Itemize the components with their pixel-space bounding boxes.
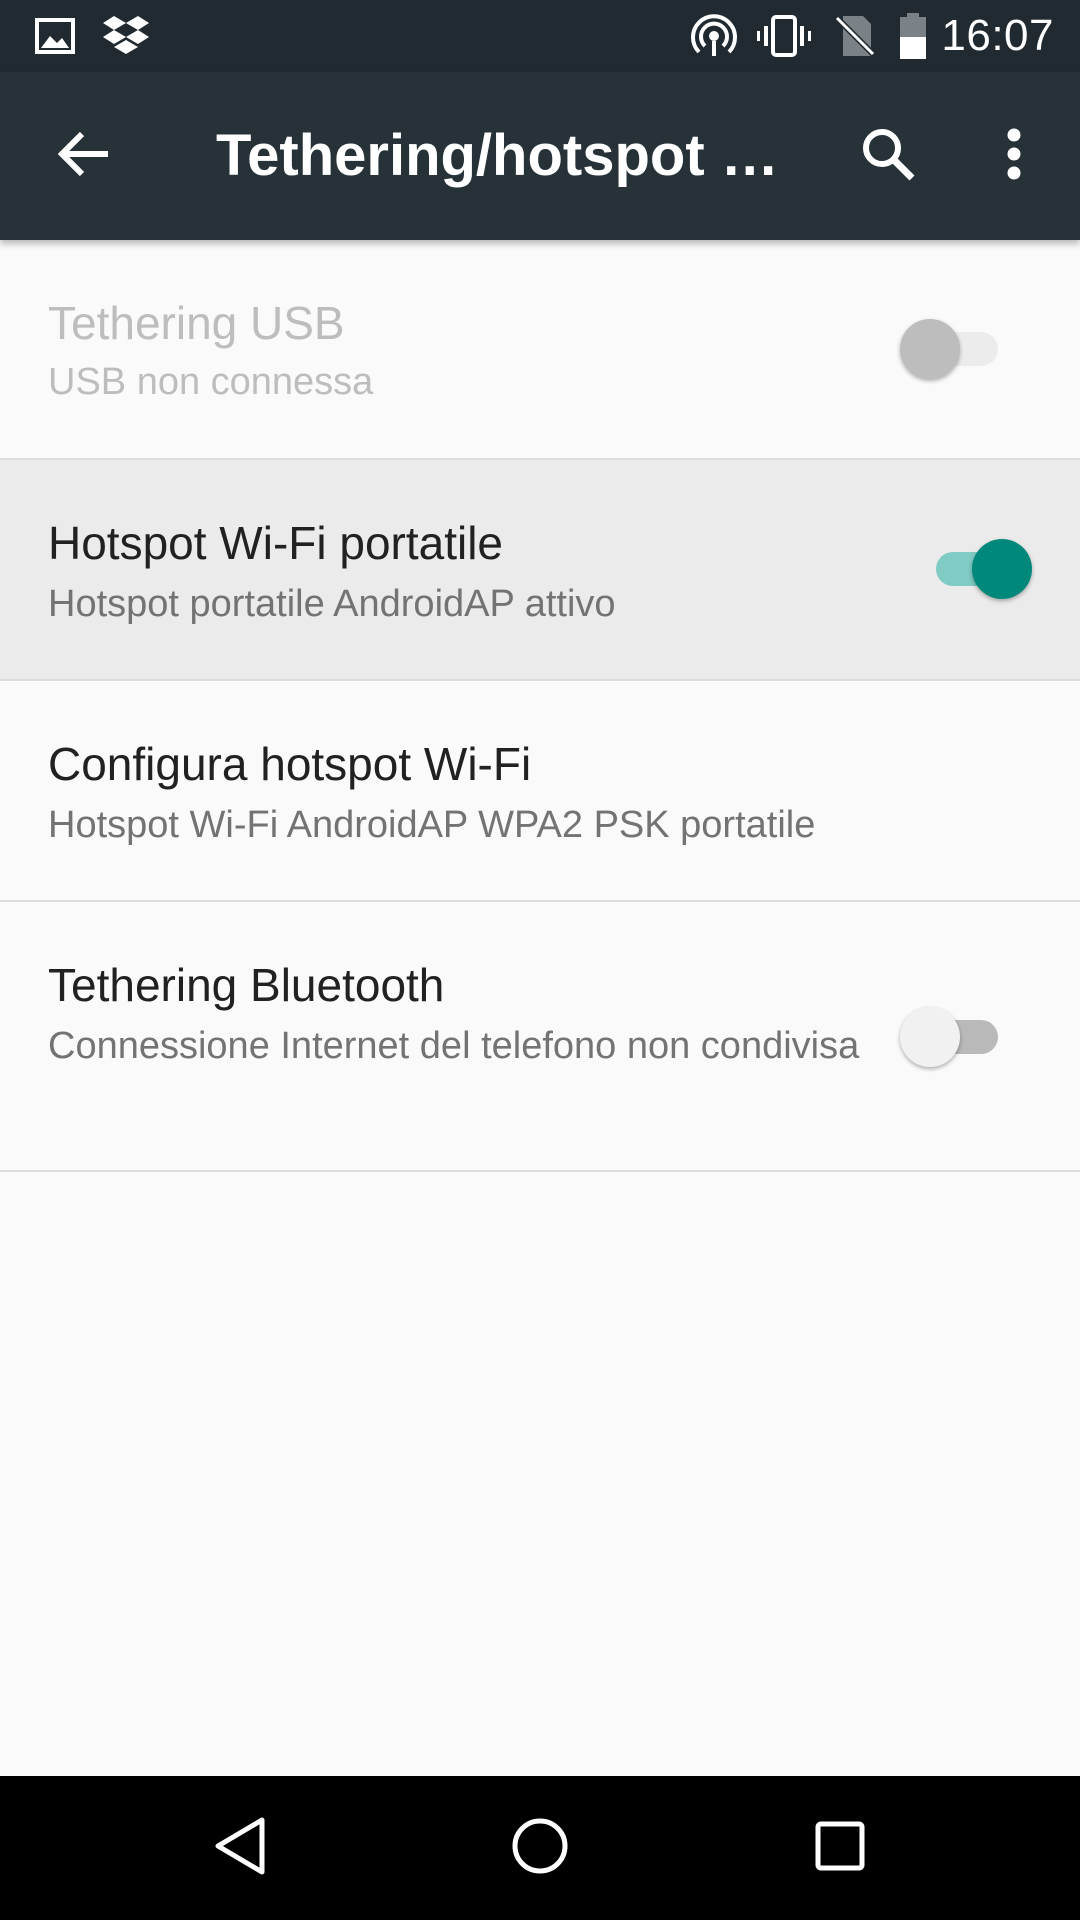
nav-recents-button[interactable] [790,1798,890,1898]
image-icon [30,14,80,58]
setting-usb-tethering[interactable]: Tethering USB USB non connessa [0,240,1080,460]
hotspot-icon [688,14,740,58]
nav-back-button[interactable] [190,1798,290,1898]
page-title: Tethering/hotspot p… [216,123,796,188]
settings-list: Tethering USB USB non connessa Hotspot W… [0,240,1080,1172]
recents-square-icon [815,1821,865,1876]
setting-summary: USB non connessa [48,361,374,403]
setting-wifi-hotspot[interactable]: Hotspot Wi-Fi portatile Hotspot portatil… [0,460,1080,681]
setting-summary: Connessione Internet del telefono non co… [48,1025,860,1067]
battery-icon [896,13,930,59]
navigation-bar [0,1776,1080,1920]
usb-tethering-switch[interactable] [900,314,1010,384]
search-icon [860,126,916,187]
wifi-hotspot-switch[interactable] [922,534,1032,604]
search-button[interactable] [840,108,936,204]
vibrate-icon [756,14,812,58]
setting-summary: Hotspot Wi-Fi AndroidAP WPA2 PSK portati… [48,804,816,846]
more-options-button[interactable] [966,108,1062,204]
bluetooth-tethering-switch[interactable] [900,1002,1010,1072]
setting-summary: Hotspot portatile AndroidAP attivo [48,583,616,625]
setting-bluetooth-tethering[interactable]: Tethering Bluetooth Connessione Internet… [0,902,1080,1172]
status-bar: 16:07 [0,0,1080,72]
setting-title: Tethering USB [48,297,345,349]
status-time: 16:07 [941,11,1054,60]
back-triangle-icon [212,1816,268,1881]
setting-title: Hotspot Wi-Fi portatile [48,517,504,569]
more-vert-icon [1006,128,1022,185]
home-circle-icon [511,1817,569,1880]
switch-thumb [900,319,960,379]
setting-configure-hotspot[interactable]: Configura hotspot Wi-Fi Hotspot Wi-Fi An… [0,681,1080,902]
dropbox-icon [98,14,154,58]
switch-thumb [972,539,1032,599]
app-bar: Tethering/hotspot p… [0,72,1080,240]
back-button[interactable] [36,108,132,204]
setting-title: Tethering Bluetooth [48,959,445,1011]
no-sim-icon [830,14,880,58]
back-arrow-icon [57,130,110,183]
setting-title: Configura hotspot Wi-Fi [48,738,532,790]
switch-thumb [900,1007,960,1067]
nav-home-button[interactable] [490,1798,590,1898]
